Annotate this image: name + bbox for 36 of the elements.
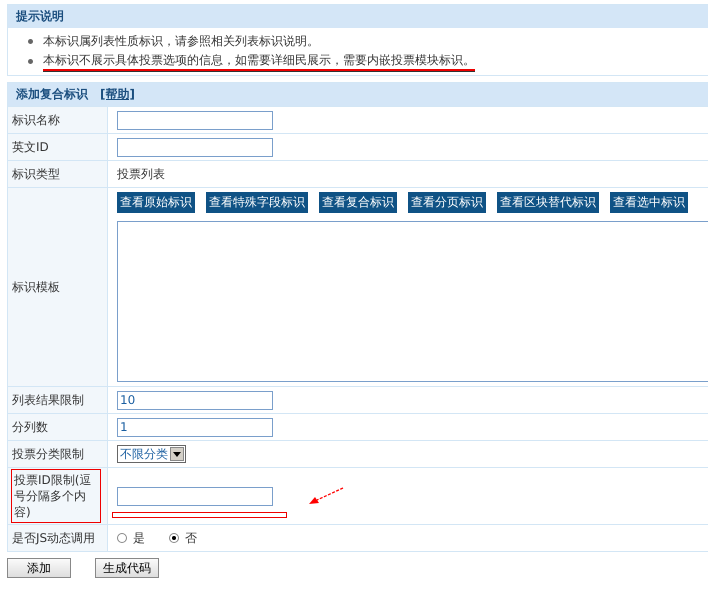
field-label: 列表结果限制	[12, 392, 84, 408]
text-field[interactable]	[117, 486, 273, 506]
view-tag-button[interactable]: 查看原始标识	[117, 192, 195, 213]
tip-text: 本标识属列表性质标识，请参照相关列表标识说明。	[43, 32, 319, 50]
action-button[interactable]: 生成代码	[95, 558, 159, 578]
radio-button[interactable]	[117, 533, 127, 543]
field-label: 标识模板	[12, 279, 60, 295]
category-dropdown[interactable]: 不限分类	[117, 445, 186, 463]
view-tag-button[interactable]: 查看特殊字段标识	[206, 192, 308, 213]
field-label: 投票分类限制	[12, 446, 84, 462]
radio-label: 否	[185, 530, 197, 546]
field-label: 英文ID	[12, 139, 49, 155]
text-field[interactable]	[117, 110, 273, 130]
tip-text: 本标识不展示具体投票选项的信息，如需要详细民展示，需要内嵌投票模块标识。	[43, 52, 475, 70]
field-label: 投票ID限制(逗号分隔多个内容)	[14, 472, 98, 520]
field-label: 标识名称	[12, 112, 60, 128]
action-button[interactable]: 添加	[7, 558, 71, 578]
type-value: 投票列表	[117, 166, 165, 182]
help-link[interactable]: [帮助]	[100, 86, 135, 103]
panel-title: 提示说明	[16, 8, 64, 25]
text-field[interactable]: 10	[117, 390, 273, 410]
view-tag-button[interactable]: 查看选中标识	[610, 192, 688, 213]
field-label: 分列数	[12, 419, 48, 435]
radio-button[interactable]	[169, 533, 179, 543]
view-tag-button[interactable]: 查看区块替代标识	[497, 192, 599, 213]
view-tag-button[interactable]: 查看复合标识	[319, 192, 397, 213]
text-field[interactable]	[117, 138, 273, 156]
bullet-icon	[28, 58, 33, 64]
field-label: 标识类型	[12, 166, 60, 182]
text-field[interactable]: 1	[117, 418, 273, 436]
field-label: 是否JS动态调用	[12, 530, 96, 546]
arrow-icon	[309, 487, 345, 505]
view-tag-button[interactable]: 查看分页标识	[408, 192, 486, 213]
radio-label: 是	[133, 530, 145, 546]
bullet-icon	[28, 38, 33, 44]
panel-title: 添加复合标识	[16, 86, 88, 103]
